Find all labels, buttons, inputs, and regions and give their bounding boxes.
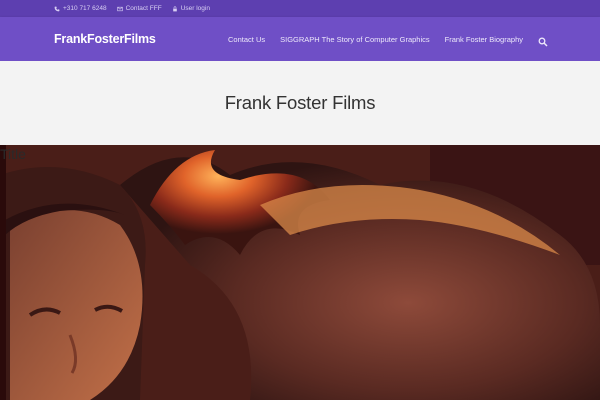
- main-nav: Contact Us SIGGRAPH The Story of Compute…: [228, 34, 548, 47]
- hero-photo-image: [0, 145, 600, 400]
- nav-item-contact-us[interactable]: Contact Us: [228, 35, 265, 44]
- search-icon[interactable]: [538, 34, 548, 47]
- photo-alt-text: Title: [0, 146, 26, 162]
- login-label: User login: [180, 5, 210, 12]
- page-hero: Frank Foster Films: [0, 61, 600, 145]
- nav-item-siggraph[interactable]: SIGGRAPH The Story of Computer Graphics: [280, 35, 430, 44]
- top-bar: +310 717 6248 Contact FFF User login: [0, 0, 600, 17]
- user-login-link[interactable]: User login: [172, 5, 210, 12]
- nav-item-biography[interactable]: Frank Foster Biography: [445, 35, 523, 44]
- envelope-icon: [116, 6, 123, 11]
- lock-icon: [172, 5, 177, 11]
- site-logo[interactable]: FrankFosterFilms: [54, 32, 156, 46]
- page-title: Frank Foster Films: [224, 92, 376, 113]
- hero-photo: [0, 145, 600, 400]
- site-header: FrankFosterFilms Contact Us SIGGRAPH The…: [0, 17, 600, 61]
- phone-icon: [54, 6, 60, 11]
- phone-number: +310 717 6248: [63, 5, 107, 12]
- contact-link[interactable]: Contact FFF: [116, 5, 162, 12]
- contact-label: Contact FFF: [125, 5, 162, 12]
- phone-link[interactable]: +310 717 6248: [54, 5, 107, 12]
